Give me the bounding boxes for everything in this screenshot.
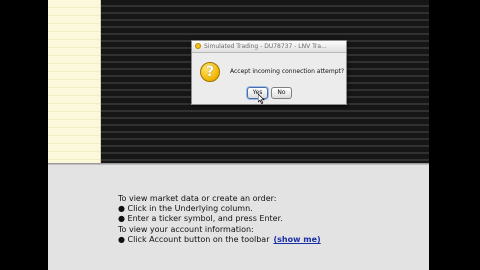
instruction-account-text: ● Click Account button on the toolbar	[118, 235, 270, 244]
video-frame: To view market data or create an order: …	[0, 0, 480, 270]
help-info-panel: To view market data or create an order: …	[48, 164, 429, 270]
instruction-account: ● Click Account button on the toolbar (sh…	[118, 235, 321, 245]
trading-app-window: To view market data or create an order: …	[48, 0, 429, 270]
no-button[interactable]: No	[271, 87, 292, 99]
question-icon: ?	[200, 62, 220, 82]
instruction-underlying: ● Click in the Underlying column.	[118, 204, 253, 213]
dialog-message: Accept incoming connection attempt?	[230, 68, 345, 75]
instruction-ticker: ● Enter a ticker symbol, and press Enter…	[118, 214, 283, 223]
account-info-heading: To view your account information:	[118, 225, 254, 234]
market-data-heading: To view market data or create an order:	[118, 194, 277, 203]
dialog-title: Simulated Trading - DU78737 - LNV Tra...	[204, 43, 327, 50]
connection-dialog: Simulated Trading - DU78737 - LNV Tra...…	[191, 40, 347, 105]
underlying-column-pane[interactable]	[48, 0, 101, 163]
dialog-titlebar[interactable]: Simulated Trading - DU78737 - LNV Tra...	[192, 41, 346, 53]
app-warning-icon	[195, 43, 201, 49]
show-me-link[interactable]: (show me)	[274, 235, 321, 244]
